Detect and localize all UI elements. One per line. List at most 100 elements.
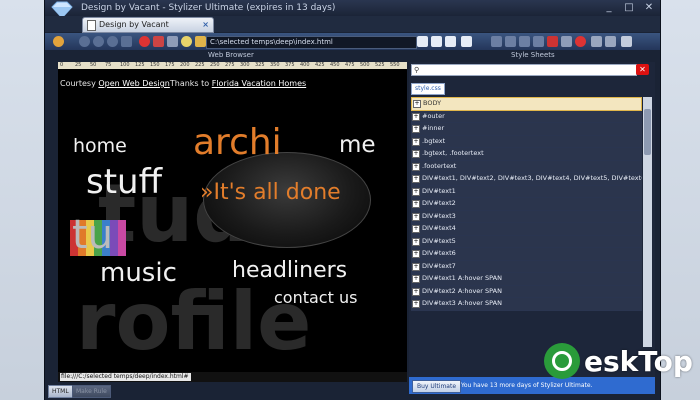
maximize-button[interactable]: □ [622, 2, 636, 14]
expand-icon[interactable]: + [413, 100, 421, 108]
nav-home-link[interactable]: home [73, 135, 127, 157]
rule-row[interactable]: + DIV#text6 [411, 248, 642, 261]
expand-icon[interactable]: + [412, 112, 420, 121]
expand-icon[interactable]: + [412, 162, 420, 171]
rule-row[interactable]: + DIV#text1 A:hover SPAN [411, 273, 642, 286]
stylesheet-file-tab[interactable]: style.css [411, 83, 445, 95]
rule-tree-scrollbar[interactable] [643, 97, 652, 347]
rule-label: DIV#text4 [422, 224, 456, 232]
rule-move-icon[interactable] [519, 36, 530, 47]
buy-ultimate-button[interactable]: Buy Ultimate [412, 380, 462, 393]
expand-icon[interactable]: + [412, 250, 420, 258]
home-icon[interactable] [121, 36, 132, 47]
rule-row[interactable]: + DIV#text1, DIV#text2, DIV#text3, DIV#te… [411, 173, 642, 186]
ruler-tick: 475 [345, 62, 355, 68]
florida-vacation-homes-link[interactable]: Florida Vacation Homes [212, 79, 306, 88]
delete-icon[interactable] [547, 36, 558, 47]
expand-icon[interactable]: + [412, 225, 420, 233]
minimize-button[interactable]: _ [602, 2, 616, 14]
rule-sort-icon[interactable] [533, 36, 544, 47]
rule-row[interactable]: + DIV#text2 A:hover SPAN [411, 285, 642, 298]
credits-line: Courtesy Open Web DesignThanks to Florid… [60, 79, 306, 88]
nav-archive-link[interactable]: archi [193, 122, 282, 163]
ruler-tick: 250 [210, 62, 220, 68]
edit-icon[interactable] [561, 36, 572, 47]
expand-icon[interactable]: + [412, 125, 420, 133]
watermark-text: eskTop [584, 345, 693, 378]
save-icon[interactable] [431, 36, 442, 47]
expand-icon[interactable]: + [412, 287, 420, 296]
ruler-tick: 275 [225, 62, 235, 68]
rule-row[interactable]: + DIV#text3 A:hover SPAN [411, 298, 642, 311]
expand-icon[interactable]: + [412, 200, 420, 208]
rule-label: DIV#text3 [422, 211, 456, 220]
open-web-design-link[interactable]: Open Web Design [98, 79, 170, 88]
ruler-tick: 550 [390, 62, 400, 68]
rule-row[interactable]: + .footertext [411, 160, 642, 173]
web-browser-label: Web Browser [208, 51, 254, 59]
rule-label: DIV#text7 [422, 261, 456, 270]
new-file-icon[interactable] [417, 36, 428, 47]
expand-icon[interactable]: + [412, 175, 420, 183]
tab-design-by-vacant[interactable]: Design by Vacant × [82, 17, 214, 33]
screen-icon[interactable] [167, 36, 178, 47]
rule-label: #outer [422, 111, 445, 120]
block-icon[interactable] [575, 36, 586, 47]
nav-contact-link[interactable]: contact us [274, 288, 357, 307]
html-button[interactable]: HTML [48, 385, 73, 398]
rule-search-input[interactable]: ⚲ [411, 64, 637, 76]
help-icon[interactable] [621, 36, 632, 47]
rule-add-icon[interactable] [491, 36, 502, 47]
rule-row[interactable]: + DIV#text7 [411, 260, 642, 273]
folder-icon[interactable] [195, 36, 206, 47]
expand-icon[interactable]: + [412, 300, 420, 308]
stop-icon[interactable] [139, 36, 150, 47]
rule-row[interactable]: + .bgtext, .footertext [411, 148, 642, 161]
rule-row[interactable]: + #inner [411, 123, 642, 136]
rule-row[interactable]: + DIV#text1 [411, 185, 642, 198]
rule-row[interactable]: + #outer [411, 110, 642, 123]
expand-icon[interactable]: + [412, 137, 420, 146]
expand-icon[interactable]: + [412, 150, 420, 158]
expand-icon[interactable]: + [412, 275, 420, 283]
app-window: Design by Vacant - Stylizer Ultimate (ex… [45, 0, 660, 400]
rule-row[interactable]: + DIV#text2 [411, 198, 642, 211]
expand-icon[interactable]: + [412, 212, 420, 221]
rule-row[interactable]: + DIV#text5 [411, 235, 642, 248]
rule-row[interactable]: + DIV#text3 [411, 210, 642, 223]
back-icon[interactable] [79, 36, 90, 47]
forward-icon[interactable] [93, 36, 104, 47]
save-all-icon[interactable] [445, 36, 456, 47]
expand-icon[interactable]: + [412, 237, 420, 246]
nav-stuff-link[interactable]: stuff [86, 162, 162, 202]
browser-status-bar: file:///C:/selected temps/deep/index.htm… [58, 372, 407, 382]
close-button[interactable]: ✕ [642, 2, 656, 14]
scrollbar-thumb[interactable] [644, 109, 651, 155]
address-field[interactable]: C:\selected temps\deep\index.html [206, 36, 417, 49]
horizontal-ruler: 0 25 50 75 100 125 150 175 200 225 250 2… [58, 62, 407, 69]
expand-icon[interactable]: + [412, 262, 420, 271]
settings-icon[interactable] [605, 36, 616, 47]
nav-home-link-secondary[interactable]: me [339, 132, 376, 158]
nav-headliners-link[interactable]: headliners [232, 258, 347, 283]
desktop-watermark: eskTop [544, 343, 693, 383]
clear-search-button[interactable]: ✕ [636, 64, 649, 75]
refresh-icon[interactable] [107, 36, 118, 47]
make-rule-button[interactable]: Make Rule [72, 385, 111, 398]
rule-row[interactable]: + BODY [411, 97, 642, 111]
menu-gear-icon[interactable] [53, 36, 64, 47]
record-icon[interactable] [153, 36, 164, 47]
rule-row[interactable]: + .bgtext [411, 135, 642, 148]
expand-icon[interactable]: + [412, 187, 420, 196]
rule-label: BODY [423, 99, 442, 107]
web-browser-pane[interactable]: 0 25 50 75 100 125 150 175 200 225 250 2… [58, 62, 407, 372]
tab-close-icon[interactable]: × [202, 18, 209, 32]
rule-row[interactable]: + DIV#text4 [411, 223, 642, 236]
ruler-tick: 525 [375, 62, 385, 68]
ruler-tick: 200 [180, 62, 190, 68]
ok-icon[interactable] [591, 36, 602, 47]
properties-icon[interactable] [461, 36, 472, 47]
nav-music-link[interactable]: music [100, 258, 177, 288]
rule-copy-icon[interactable] [505, 36, 516, 47]
eye-icon[interactable] [181, 36, 192, 47]
